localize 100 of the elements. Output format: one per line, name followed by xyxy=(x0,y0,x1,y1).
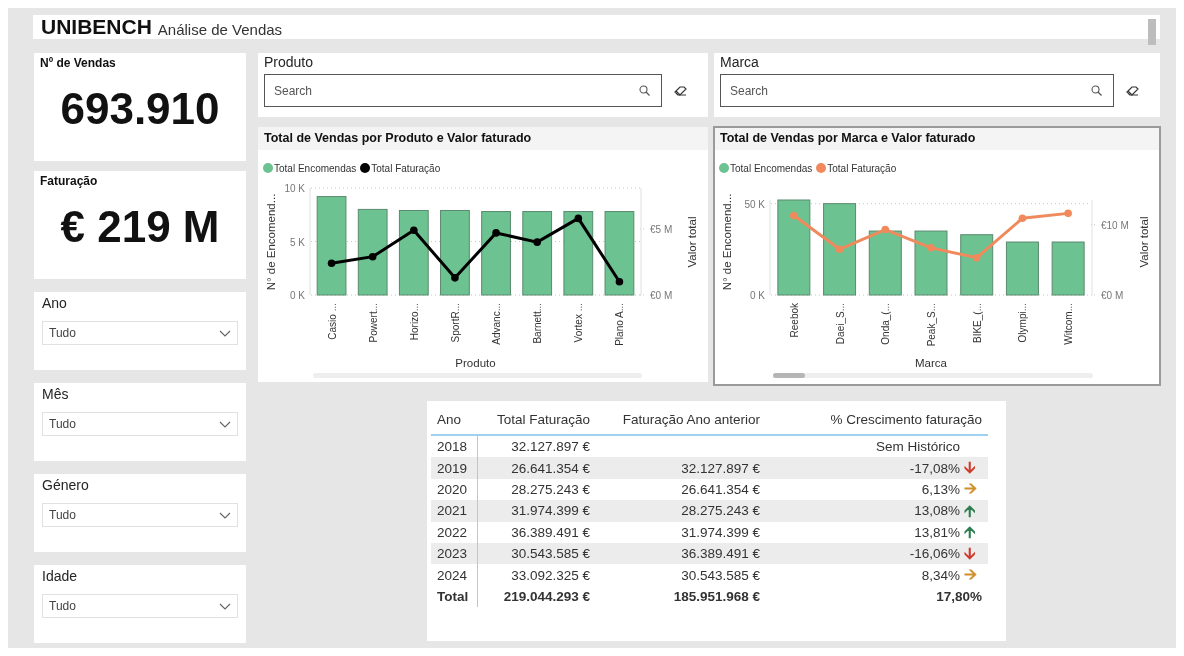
table-cell: 2023 xyxy=(437,546,468,562)
column-header: Faturação Ano anterior xyxy=(596,409,766,435)
category-label: Daei_S... xyxy=(834,303,846,345)
table-cell: -17,08% xyxy=(909,460,960,476)
category-label: Barnett... xyxy=(532,303,544,344)
kpi-label: Nº de Vendas xyxy=(40,56,117,70)
category-label: Witcom... xyxy=(1063,303,1075,345)
point xyxy=(368,252,377,261)
category-label: Plano A... xyxy=(614,303,626,346)
axis-tick-label: 0 K xyxy=(750,290,765,301)
dropdown-value: Tudo xyxy=(49,417,76,431)
legend-label: Total Faturação xyxy=(827,162,897,174)
dropdown-value: Tudo xyxy=(49,508,76,522)
category-label: Peak_S... xyxy=(926,303,937,347)
table-cell: 36.389.491 € xyxy=(681,546,760,562)
dropdown-value: Tudo xyxy=(49,599,76,613)
axis-title: N° de Encomend... xyxy=(721,193,733,291)
bar xyxy=(914,230,948,296)
point xyxy=(1064,209,1072,218)
table-cell: Total xyxy=(437,588,469,604)
bar xyxy=(960,234,994,296)
table-cell: 30.543.585 € xyxy=(511,546,590,562)
table-cell: 2019 xyxy=(437,460,468,476)
table-cell: 17,80% xyxy=(936,588,982,604)
axis-tick-label: €0 M xyxy=(650,290,673,301)
slicer-title: Mês xyxy=(42,386,70,402)
point xyxy=(927,244,935,252)
axis-title: Produto xyxy=(455,357,496,369)
chevron-down-icon xyxy=(219,602,231,610)
point xyxy=(533,238,541,246)
slicer-title: Marca xyxy=(720,54,760,70)
axis-tick-label: 50 K xyxy=(744,198,765,210)
point xyxy=(881,225,890,234)
axis-tick-label: 10 K xyxy=(284,183,305,194)
table-cell: 31.974.399 € xyxy=(681,524,760,540)
table-cell: 28.275.243 € xyxy=(511,481,590,497)
table-cell: 13,81% xyxy=(914,524,960,540)
point xyxy=(615,277,624,286)
point xyxy=(835,245,844,254)
search-icon xyxy=(639,85,650,96)
column-header: % Crescimento faturação xyxy=(766,409,988,435)
chart-title: Total de Vendas por Produto e Valor faturado xyxy=(258,127,708,150)
category-label: Onda_(... xyxy=(880,303,892,345)
table-cell: 8,34% xyxy=(921,567,960,583)
table-cell: 2020 xyxy=(437,481,468,497)
table-cell: 2021 xyxy=(437,503,468,519)
axis-title: Valor total xyxy=(1138,216,1150,268)
dropdown-field[interactable]: Tudo xyxy=(42,412,238,436)
trend-arrow: 🡫 xyxy=(964,459,975,478)
slicer-title: Ano xyxy=(42,295,68,311)
point xyxy=(972,253,981,262)
point xyxy=(327,259,336,268)
bar xyxy=(1005,241,1039,296)
point xyxy=(790,211,798,220)
trend-arrow: 🡫 xyxy=(964,544,975,563)
category-label: Reebok xyxy=(788,303,800,338)
table-cell: 26.641.354 € xyxy=(511,460,590,476)
slicer-title: Idade xyxy=(42,568,79,584)
scrollbar-thumb[interactable] xyxy=(1148,19,1156,45)
legend-label: Total Faturação xyxy=(371,162,441,174)
table-cell: 6,13% xyxy=(921,481,960,497)
axis-title: Marca xyxy=(915,357,947,369)
table-cell: 30.543.585 € xyxy=(681,567,760,583)
category-label: Horizo... xyxy=(408,303,420,341)
chevron-down-icon xyxy=(219,329,231,337)
search-field[interactable]: Search xyxy=(720,74,1114,107)
search-field[interactable]: Search xyxy=(264,74,662,107)
axis-title: N° de Encomend... xyxy=(265,193,277,291)
table-cell: Sem Histórico xyxy=(875,439,960,455)
column-header: Total Faturação xyxy=(477,409,596,435)
point xyxy=(1018,214,1027,223)
category-label: Advanc... xyxy=(491,303,503,345)
table-cell: -16,06% xyxy=(909,546,960,562)
category-label: SportR... xyxy=(449,303,461,343)
trend-arrow: 🡩 xyxy=(964,523,975,542)
kpi-label: Faturação xyxy=(40,174,99,188)
point xyxy=(574,214,583,223)
report-title: Análise de Vendas xyxy=(157,20,283,38)
table-cell: 185.951.968 € xyxy=(673,588,760,604)
kpi-value: € 219 M xyxy=(59,202,221,252)
point xyxy=(410,226,418,235)
category-label: Olympi... xyxy=(1017,303,1029,343)
category-label: Powert... xyxy=(367,303,379,343)
trend-arrow: 🡪 xyxy=(964,566,977,585)
trend-arrow: 🡩 xyxy=(964,501,975,520)
dropdown-field[interactable]: Tudo xyxy=(42,321,238,345)
table-cell: 2024 xyxy=(437,567,468,583)
table-cell: 33.092.325 € xyxy=(511,567,590,583)
table-cell: 26.641.354 € xyxy=(681,481,760,497)
dropdown-value: Tudo xyxy=(49,326,76,340)
dropdown-field[interactable]: Tudo xyxy=(42,503,238,527)
dropdown-field[interactable]: Tudo xyxy=(42,594,238,618)
category-label: BIKE_(... xyxy=(971,303,983,343)
slicer-title: Produto xyxy=(264,54,315,70)
axis-tick-label: €5 M xyxy=(650,223,673,235)
category-label: Casio ... xyxy=(326,303,338,340)
table-cell: 13,08% xyxy=(914,503,960,519)
axis-title: Valor total xyxy=(686,216,698,268)
axis-tick-label: 5 K xyxy=(290,236,305,248)
search-icon xyxy=(1091,85,1102,96)
